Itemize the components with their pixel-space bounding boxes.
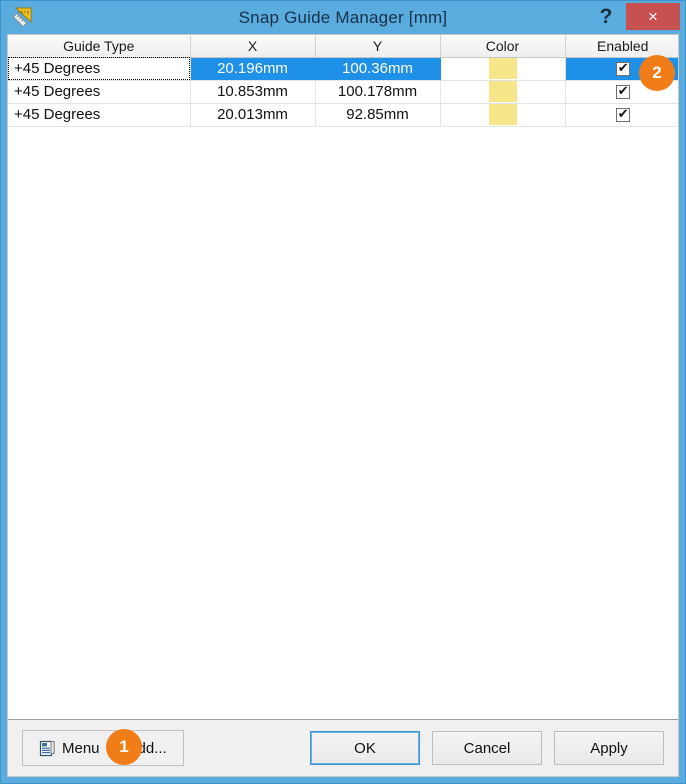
column-header-y[interactable]: Y [315, 35, 441, 58]
cell-y[interactable]: 92.85mm [315, 103, 441, 127]
table-row[interactable]: +45 Degrees 20.013mm 92.85mm [8, 103, 678, 127]
column-header-x[interactable]: X [190, 35, 316, 58]
table-empty-area[interactable] [8, 126, 678, 719]
color-swatch[interactable] [488, 81, 517, 102]
cell-x[interactable]: 10.853mm [190, 80, 316, 104]
close-button[interactable]: × [626, 3, 680, 30]
document-list-icon [39, 740, 56, 757]
help-button[interactable]: ? [591, 1, 621, 32]
enabled-checkbox[interactable] [615, 60, 630, 77]
snap-guide-table[interactable]: Guide Type X Y Color Enabled +45 Degrees… [8, 35, 678, 127]
cell-enabled[interactable] [565, 103, 678, 127]
enabled-checkbox[interactable] [615, 106, 630, 123]
dialog-actions: OK Cancel Apply [310, 731, 664, 765]
dialog-client-area: Guide Type X Y Color Enabled +45 Degrees… [7, 34, 679, 777]
cell-x[interactable]: 20.013mm [190, 103, 316, 127]
ok-button[interactable]: OK [310, 731, 420, 765]
color-swatch[interactable] [488, 104, 517, 125]
menu-button-label: Menu [62, 739, 100, 757]
enabled-checkbox[interactable] [615, 83, 630, 100]
cell-guide-type[interactable]: +45 Degrees [8, 103, 191, 127]
cancel-button[interactable]: Cancel [432, 731, 542, 765]
menu-button[interactable]: Menu [25, 732, 114, 764]
color-swatch[interactable] [488, 58, 517, 79]
window-title: Snap Guide Manager [mm] [238, 7, 448, 27]
set-square-ruler-icon [11, 5, 35, 29]
table-row[interactable]: +45 Degrees 20.196mm 100.36mm [8, 57, 678, 81]
column-header-guide-type[interactable]: Guide Type [8, 35, 191, 58]
cell-y[interactable]: 100.36mm [315, 57, 441, 81]
cell-color[interactable] [440, 80, 566, 104]
cell-x[interactable]: 20.196mm [190, 57, 316, 81]
cell-guide-type[interactable]: +45 Degrees [8, 80, 191, 104]
annotation-badge-2: 2 [639, 55, 675, 91]
cell-color[interactable] [440, 103, 566, 127]
column-header-color[interactable]: Color [440, 35, 566, 58]
table-row[interactable]: +45 Degrees 10.853mm 100.178mm [8, 80, 678, 104]
cell-guide-type[interactable]: +45 Degrees [8, 57, 191, 81]
cell-y[interactable]: 100.178mm [315, 80, 441, 104]
cell-color[interactable] [440, 57, 566, 81]
apply-button[interactable]: Apply [554, 731, 664, 765]
menu-toolbar-group: Menu Add... [22, 730, 184, 766]
column-header-enabled[interactable]: Enabled [565, 35, 678, 58]
title-bar: Snap Guide Manager [mm] ? × [1, 1, 685, 34]
table-header-row: Guide Type X Y Color Enabled [8, 35, 678, 58]
annotation-badge-1: 1 [106, 729, 142, 765]
snap-guide-manager-dialog: Snap Guide Manager [mm] ? × Guide Type X [0, 0, 686, 784]
